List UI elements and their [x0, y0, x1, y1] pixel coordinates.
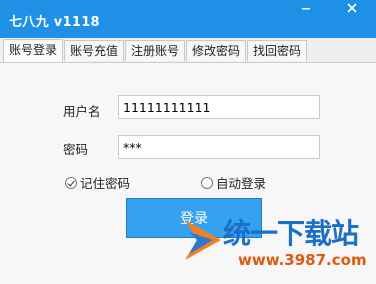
username-input[interactable] — [123, 100, 315, 115]
app-title: 七八九 v1118 — [9, 15, 100, 30]
password-input[interactable] — [123, 140, 315, 155]
remember-password-label: 记住密码 — [80, 176, 131, 191]
minimize-icon[interactable] — [293, 2, 319, 18]
tab-recover-password[interactable]: 找回密码 — [247, 40, 307, 61]
remember-password-check-icon[interactable] — [65, 176, 77, 189]
tab-change-password[interactable]: 修改密码 — [186, 40, 246, 61]
auto-login-option[interactable]: 自动登录 — [201, 173, 266, 192]
remember-password-option[interactable]: 记住密码 — [65, 173, 130, 192]
tab-register-account[interactable]: 注册账号 — [125, 40, 185, 61]
watermark-logo: 统一下载站 www.3987.com — [183, 205, 376, 284]
username-field[interactable] — [118, 95, 320, 119]
tab-account-recharge[interactable]: 账号充值 — [64, 40, 124, 61]
password-field[interactable] — [118, 135, 320, 159]
watermark-brand: 统一下载站 — [223, 217, 359, 250]
username-label: 用户名 — [63, 104, 101, 119]
tab-account-login[interactable]: 账号登录 — [3, 39, 63, 62]
close-icon[interactable] — [339, 2, 365, 18]
watermark-url: www.3987.com — [238, 251, 367, 269]
auto-login-radio-icon[interactable] — [201, 176, 213, 189]
download-site-logo-icon — [185, 220, 221, 260]
title-bar: 七八九 v1118 — [0, 0, 376, 38]
tab-bar: 账号登录 账号充值 注册账号 修改密码 找回密码 — [0, 38, 376, 63]
auto-login-label: 自动登录 — [216, 176, 267, 191]
password-label: 密码 — [63, 142, 89, 157]
